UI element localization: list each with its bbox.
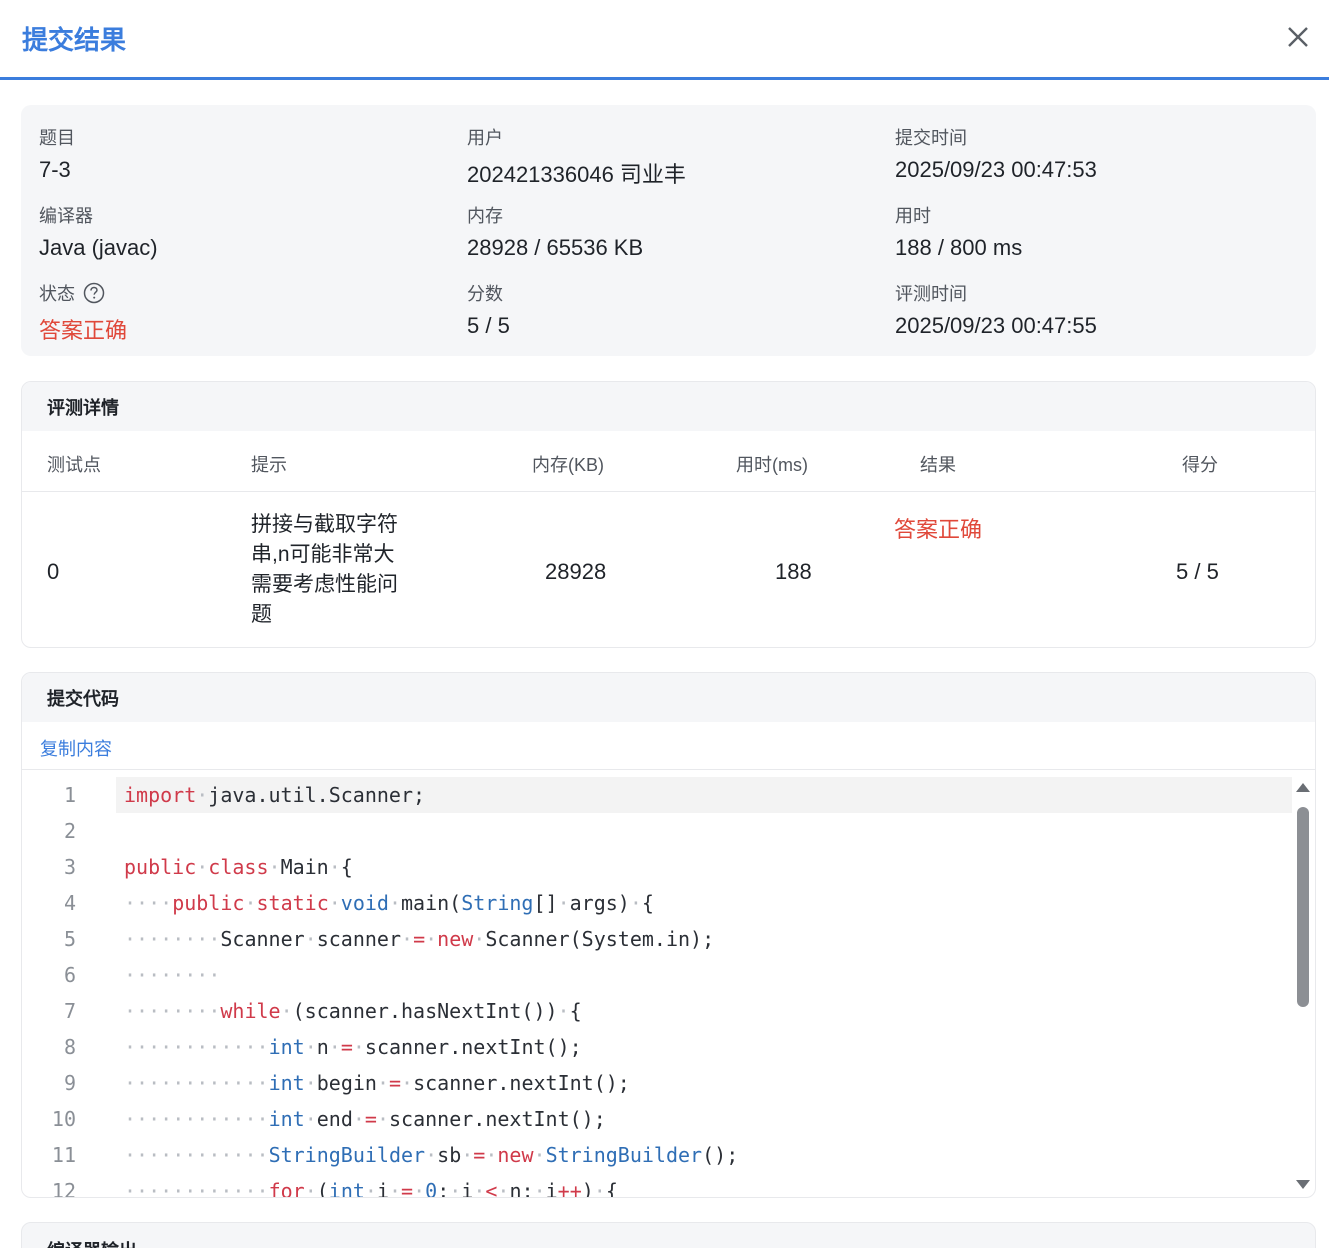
copy-bar: 复制内容: [22, 721, 1315, 770]
submission-summary: 题目 7-3 用户 202421336046 司业丰 提交时间 2025/09/…: [21, 105, 1316, 356]
line-number: 9: [63, 1071, 76, 1095]
line-number: 11: [51, 1143, 76, 1167]
problem-value: 7-3: [39, 157, 71, 182]
code-text[interactable]: ············int·n·=·scanner.nextInt();: [116, 1029, 1292, 1065]
user-label: 用户: [467, 128, 503, 148]
status-field: 状态 答案正确: [39, 281, 127, 345]
compiler-output-title: 编译器输出: [47, 1237, 137, 1248]
user-field: 用户 202421336046 司业丰: [467, 125, 686, 189]
code-line[interactable]: 1 import·java.util.Scanner;: [22, 777, 1292, 813]
code-text[interactable]: ····public·static·void·main(String[]·arg…: [116, 885, 1292, 921]
compiler-field: 编译器 Java (javac): [39, 203, 158, 261]
submit-time-field: 提交时间 2025/09/23 00:47:53: [895, 125, 1097, 183]
case-memory: 28928: [545, 559, 607, 584]
memory-label: 内存: [467, 206, 503, 226]
submitted-code-title: 提交代码: [22, 673, 1315, 722]
code-text[interactable]: ············StringBuilder·sb·=·new·Strin…: [116, 1137, 1292, 1173]
judge-time-field: 评测时间 2025/09/23 00:47:55: [895, 281, 1097, 339]
line-number: 10: [51, 1107, 76, 1131]
score-label: 分数: [467, 284, 503, 304]
code-text[interactable]: ········Scanner·scanner·=·new·Scanner(Sy…: [116, 921, 1292, 957]
line-number: 5: [63, 927, 76, 951]
scroll-down-arrow-icon[interactable]: [1296, 1180, 1310, 1189]
judge-details-panel: 评测详情 测试点 提示 内存(KB) 用时(ms) 结果 得分 0 拼接与截取字…: [21, 381, 1316, 648]
code-line[interactable]: 12 ············for·(int·i·=·0;·i·<·n;·i++…: [22, 1173, 1292, 1198]
case-result: 答案正确: [894, 517, 983, 542]
compiler-output-panel: 编译器输出: [21, 1222, 1316, 1248]
code-text[interactable]: [116, 813, 1292, 849]
submit-time-value: 2025/09/23 00:47:53: [895, 157, 1097, 182]
status-label: 状态: [39, 284, 75, 304]
code-editor[interactable]: 1 import·java.util.Scanner; 2 3 public·class…: [22, 771, 1292, 1198]
dialog-title: 提交结果: [22, 25, 127, 55]
code-text[interactable]: ············int·end·=·scanner.nextInt();: [116, 1101, 1292, 1137]
code-line[interactable]: 8 ············int·n·=·scanner.nextInt();: [22, 1029, 1292, 1065]
scroll-up-arrow-icon[interactable]: [1296, 783, 1310, 792]
code-text[interactable]: ············int·begin·=·scanner.nextInt(…: [116, 1065, 1292, 1101]
close-icon[interactable]: [1283, 22, 1313, 52]
case-id: 0: [47, 559, 60, 584]
code-line[interactable]: 6 ········: [22, 957, 1292, 993]
line-number: 6: [63, 963, 76, 987]
problem-label: 题目: [39, 128, 75, 148]
code-line[interactable]: 9 ············int·begin·=·scanner.nextInt…: [22, 1065, 1292, 1101]
question-circle-icon[interactable]: [83, 282, 105, 304]
code-text[interactable]: ········: [116, 957, 1292, 993]
judge-details-title: 评测详情: [22, 382, 1315, 431]
code-line[interactable]: 11 ············StringBuilder·sb·=·new·Str…: [22, 1137, 1292, 1173]
code-line[interactable]: 2: [22, 813, 1292, 849]
status-label-row: 状态: [39, 281, 127, 305]
user-value: 202421336046 司业丰: [467, 162, 686, 187]
case-time: 188: [775, 559, 812, 584]
case-hint: 拼接与截取字符串,n可能非常大需要考虑性能问题: [251, 513, 398, 626]
code-line[interactable]: 3 public·class·Main·{: [22, 849, 1292, 885]
col-result: 结果: [920, 455, 956, 475]
memory-field: 内存 28928 / 65536 KB: [467, 203, 643, 261]
col-score: 得分: [1182, 455, 1218, 475]
memory-value: 28928 / 65536 KB: [467, 235, 644, 260]
line-number: 12: [51, 1179, 76, 1198]
submitted-code-panel: 提交代码 复制内容 1 import·java.util.Scanner; 2 3 pu…: [21, 672, 1316, 1198]
code-scrollbar[interactable]: [1291, 771, 1315, 1197]
code-text[interactable]: public·class·Main·{: [116, 849, 1292, 885]
line-number: 2: [63, 819, 76, 843]
line-number: 7: [63, 999, 76, 1023]
line-number: 3: [63, 855, 76, 879]
problem-field: 题目 7-3: [39, 125, 75, 183]
copy-content-button[interactable]: 复制内容: [40, 735, 112, 761]
score-value: 5 / 5: [467, 313, 510, 338]
code-text[interactable]: ············for·(int·i·=·0;·i·<·n;·i++)·…: [116, 1173, 1292, 1197]
case-score: 5 / 5: [1176, 559, 1219, 584]
col-time: 用时(ms): [736, 455, 808, 475]
time-used-value: 188 / 800 ms: [895, 235, 1023, 260]
code-text[interactable]: ········while·(scanner.hasNextInt())·{: [116, 993, 1292, 1029]
judge-time-label: 评测时间: [895, 284, 967, 304]
judge-time-value: 2025/09/23 00:47:55: [895, 313, 1097, 338]
time-used-field: 用时 188 / 800 ms: [895, 203, 1022, 261]
compiler-value: Java (javac): [39, 235, 158, 260]
score-field: 分数 5 / 5: [467, 281, 510, 339]
code-text[interactable]: import·java.util.Scanner;: [116, 777, 1292, 813]
compiler-label: 编译器: [39, 206, 93, 226]
time-used-label: 用时: [895, 206, 931, 226]
code-line[interactable]: 5 ········Scanner·scanner·=·new·Scanner(S…: [22, 921, 1292, 957]
line-number: 4: [63, 891, 76, 915]
line-number: 8: [63, 1035, 76, 1059]
code-line[interactable]: 7 ········while·(scanner.hasNextInt())·{: [22, 993, 1292, 1029]
judge-table-header: 测试点 提示 内存(KB) 用时(ms) 结果 得分: [22, 431, 1315, 492]
col-case: 测试点: [47, 455, 101, 475]
dialog-header: 提交结果: [0, 0, 1329, 80]
status-value: 答案正确: [39, 318, 128, 343]
col-memory: 内存(KB): [532, 455, 604, 475]
submit-time-label: 提交时间: [895, 128, 967, 148]
code-line[interactable]: 4 ····public·static·void·main(String[]·ar…: [22, 885, 1292, 921]
col-hint: 提示: [251, 455, 287, 475]
scrollbar-thumb[interactable]: [1297, 807, 1309, 1007]
line-number: 1: [63, 783, 76, 807]
code-line[interactable]: 10 ············int·end·=·scanner.nextInt(…: [22, 1101, 1292, 1137]
